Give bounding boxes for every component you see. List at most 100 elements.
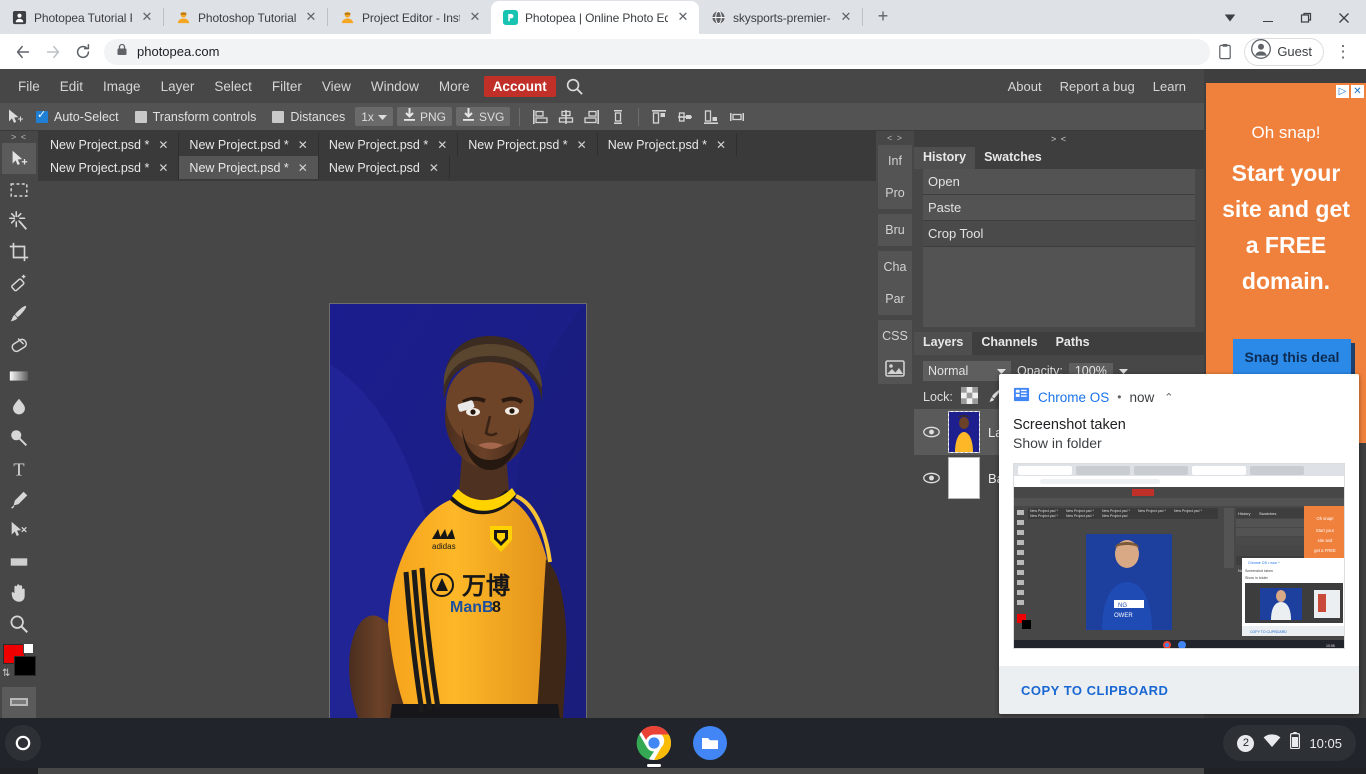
tab-layers[interactable]: Layers	[914, 332, 972, 355]
rail-item-info[interactable]: Inf	[878, 145, 912, 177]
new-tab-button[interactable]: +	[869, 3, 897, 31]
link-report-a-bug[interactable]: Report a bug	[1051, 75, 1144, 98]
minimize-button[interactable]	[1250, 2, 1286, 34]
eye-icon[interactable]	[923, 472, 940, 484]
tab-history[interactable]: History	[914, 147, 975, 169]
menu-image[interactable]: Image	[93, 75, 151, 98]
export-svg-button[interactable]: SVG	[456, 107, 510, 126]
history-item[interactable]: Paste	[923, 195, 1195, 221]
notification-screenshot-thumbnail[interactable]: New Project.psd *New Project.psd * New P…	[1013, 463, 1345, 649]
close-icon[interactable]: ✕	[158, 138, 168, 152]
zoom-level-dropdown[interactable]: 1x	[355, 107, 393, 126]
address-bar[interactable]: photopea.com	[104, 39, 1210, 65]
close-icon[interactable]: ✕	[139, 10, 155, 26]
rail-item-brushes[interactable]: Bru	[878, 214, 912, 246]
lock-transparency-icon[interactable]	[961, 387, 978, 407]
close-icon[interactable]: ✕	[303, 10, 319, 26]
align-bottom-edges-icon[interactable]	[700, 106, 722, 128]
clipboard-icon[interactable]	[1210, 37, 1240, 67]
browser-tab[interactable]: skysports-premier-league-stap ✕	[699, 1, 862, 34]
align-horizontal-centers-icon[interactable]	[555, 106, 577, 128]
document-tab[interactable]: New Project.psd *✕	[40, 156, 179, 179]
crop-tool[interactable]	[2, 236, 36, 267]
export-png-button[interactable]: PNG	[397, 107, 452, 126]
menu-more[interactable]: More	[429, 75, 480, 98]
tab-channels[interactable]: Channels	[972, 332, 1046, 355]
type-tool[interactable]: T	[2, 454, 36, 485]
menu-select[interactable]: Select	[204, 75, 262, 98]
search-icon[interactable]	[564, 75, 586, 97]
close-icon[interactable]: ✕	[467, 10, 483, 26]
screenshot-notification[interactable]: Chrome OS • now ⌃ Screenshot taken Show …	[999, 374, 1359, 714]
magic-wand-tool[interactable]	[2, 205, 36, 236]
dodge-tool[interactable]	[2, 423, 36, 454]
close-icon[interactable]: ✕	[838, 10, 854, 26]
menu-layer[interactable]: Layer	[151, 75, 205, 98]
shape-tool[interactable]	[2, 547, 36, 578]
menu-edit[interactable]: Edit	[50, 75, 93, 98]
path-select-tool[interactable]	[2, 516, 36, 547]
close-icon[interactable]: ✕	[298, 138, 308, 152]
healing-brush-tool[interactable]	[2, 267, 36, 298]
browser-tab[interactable]: Project Editor - Instructables ✕	[328, 1, 491, 34]
distribute-vertical-icon[interactable]	[607, 106, 629, 128]
profile-chip[interactable]: Guest	[1244, 38, 1324, 66]
browser-tab[interactable]: Photopea Tutorial Project ✕	[0, 1, 163, 34]
browser-tab-active[interactable]: Photopea | Online Photo Editor ✕	[491, 1, 699, 34]
ad-close-icon[interactable]: ✕	[1351, 85, 1364, 98]
tab-search-icon[interactable]	[1212, 2, 1248, 34]
menu-filter[interactable]: Filter	[262, 75, 312, 98]
collapse-panels-button[interactable]: > <	[914, 131, 1204, 147]
system-tray[interactable]: 2 10:05	[1223, 725, 1356, 761]
back-icon[interactable]	[8, 37, 38, 67]
collapse-toolbar-button[interactable]: > <	[0, 131, 38, 143]
close-icon[interactable]: ✕	[298, 161, 308, 175]
tab-paths[interactable]: Paths	[1047, 332, 1099, 355]
blur-tool[interactable]	[2, 392, 36, 423]
document-tab[interactable]: New Project.psd *✕	[319, 133, 458, 156]
distribute-horizontal-icon[interactable]	[726, 106, 748, 128]
rail-item-properties[interactable]: Pro	[878, 177, 912, 209]
expand-rail-button[interactable]: < >	[876, 131, 914, 145]
close-icon[interactable]: ✕	[716, 138, 726, 152]
hand-tool[interactable]	[2, 578, 36, 609]
document-tab[interactable]: New Project.psd *✕	[598, 133, 737, 156]
copy-to-clipboard-button[interactable]: COPY TO CLIPBOARD	[1021, 683, 1168, 698]
menu-file[interactable]: File	[8, 75, 50, 98]
forward-icon[interactable]	[38, 37, 68, 67]
background-color-swatch[interactable]	[14, 656, 36, 676]
link-about[interactable]: About	[999, 75, 1051, 98]
move-tool[interactable]	[2, 143, 36, 174]
document-tab[interactable]: New Project.psd✕	[319, 156, 450, 179]
document-tab[interactable]: New Project.psd *✕	[458, 133, 597, 156]
pen-tool[interactable]	[2, 485, 36, 516]
maximize-button[interactable]	[1288, 2, 1324, 34]
document-tab[interactable]: New Project.psd *✕	[40, 133, 179, 156]
rail-item-css[interactable]: CSS	[878, 320, 912, 352]
close-icon[interactable]: ✕	[577, 138, 587, 152]
zoom-tool[interactable]	[2, 609, 36, 640]
reload-icon[interactable]	[68, 37, 98, 67]
close-icon[interactable]: ✕	[429, 161, 439, 175]
tab-swatches[interactable]: Swatches	[975, 147, 1051, 169]
browser-menu-icon[interactable]: ⋮	[1328, 37, 1358, 67]
transform-controls-checkbox[interactable]: Transform controls	[129, 110, 263, 124]
brush-tool[interactable]	[2, 298, 36, 329]
history-item-current[interactable]: Crop Tool	[923, 221, 1195, 247]
swap-colors-icon[interactable]: ⇅	[2, 668, 10, 679]
align-vertical-centers-icon[interactable]	[674, 106, 696, 128]
close-icon[interactable]: ✕	[675, 10, 691, 26]
eye-icon[interactable]	[923, 426, 940, 438]
document-tab[interactable]: New Project.psd *✕	[179, 133, 318, 156]
quick-mask-toggle[interactable]	[2, 687, 36, 718]
blend-mode-select[interactable]: Normal	[923, 361, 1011, 381]
rectangular-marquee-tool[interactable]	[2, 174, 36, 205]
default-colors-icon[interactable]	[23, 643, 34, 654]
notification-subtitle[interactable]: Show in folder	[999, 433, 1359, 451]
rail-item-character[interactable]: Cha	[878, 251, 912, 283]
close-icon[interactable]: ✕	[158, 161, 168, 175]
close-window-button[interactable]	[1326, 2, 1362, 34]
canvas-document[interactable]: adidas 万博 ManB 8	[330, 304, 586, 735]
files-app-icon[interactable]	[692, 725, 728, 761]
launcher-icon[interactable]	[5, 725, 41, 761]
